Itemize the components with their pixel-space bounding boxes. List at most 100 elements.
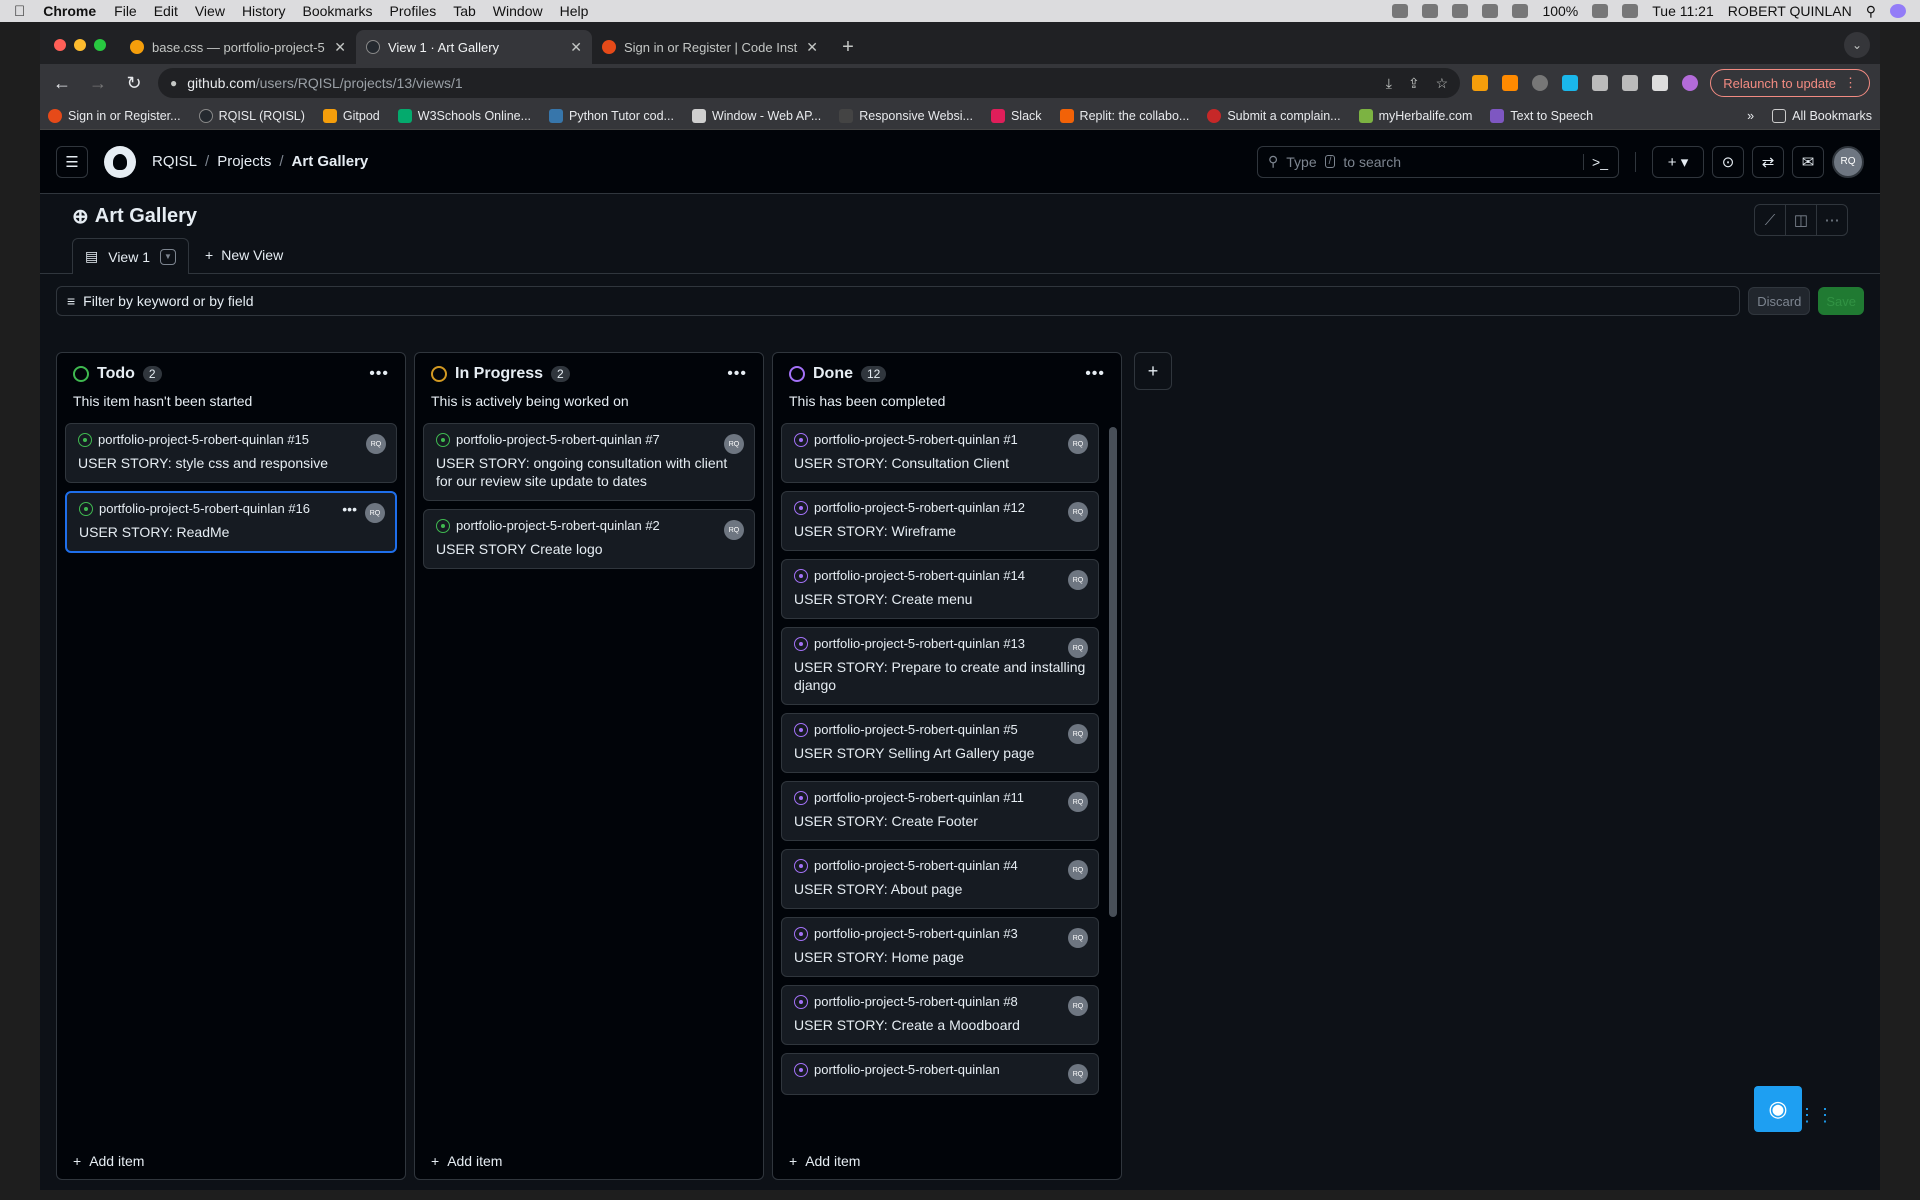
issue-card[interactable]: portfolio-project-5-robert-quinlan #4 US… — [781, 849, 1099, 909]
assignee-avatar[interactable]: RQ — [1068, 860, 1088, 880]
browser-tab-code-institute[interactable]: Sign in or Register | Code Instit ✕ — [592, 30, 828, 64]
issue-card[interactable]: portfolio-project-5-robert-quinlan #2 US… — [423, 509, 755, 569]
bookmark-item[interactable]: Slack — [990, 108, 1042, 123]
reload-icon[interactable]: ↻ — [122, 73, 146, 94]
menubar-item-profiles[interactable]: Profiles — [390, 3, 437, 19]
add-item-button[interactable]: + Add item — [431, 1153, 502, 1169]
issue-card[interactable]: portfolio-project-5-robert-quinlan #14 U… — [781, 559, 1099, 619]
card-repo-label[interactable]: portfolio-project-5-robert-quinlan #5 — [814, 722, 1018, 738]
filter-input[interactable]: ≡ Filter by keyword or by field — [56, 286, 1741, 316]
menubar-item-history[interactable]: History — [242, 3, 286, 19]
kebab-menu-icon[interactable]: ⋮ — [1844, 75, 1857, 91]
card-title[interactable]: USER STORY: About page — [794, 880, 1088, 898]
discard-button[interactable]: Discard — [1748, 287, 1811, 315]
puzzle-extensions-icon[interactable] — [1592, 75, 1609, 91]
assignee-avatar[interactable]: RQ — [365, 503, 385, 523]
column-menu-icon[interactable]: ••• — [369, 365, 389, 383]
bookmark-item[interactable]: Gitpod — [322, 108, 380, 123]
github-logo-icon[interactable] — [104, 145, 136, 178]
card-repo-label[interactable]: portfolio-project-5-robert-quinlan #16 — [99, 501, 310, 517]
hamburger-menu-icon[interactable]: ☰ — [56, 145, 88, 178]
address-bar[interactable]: ● github.com/users/RQISL/projects/13/vie… — [158, 68, 1461, 98]
assignee-avatar[interactable]: RQ — [1068, 1064, 1088, 1084]
close-tab-icon[interactable]: ✕ — [570, 39, 582, 56]
card-title[interactable]: USER STORY: Home page — [794, 948, 1088, 966]
assignee-avatar[interactable]: RQ — [1068, 792, 1088, 812]
assignee-avatar[interactable]: RQ — [1068, 434, 1088, 454]
side-panel-icon[interactable] — [1652, 75, 1669, 91]
tab-view-1[interactable]: ▤ View 1 ▼ — [72, 238, 190, 274]
menubar-item-view[interactable]: View — [195, 3, 225, 19]
wifi-icon[interactable] — [1512, 4, 1529, 18]
menubar-item-bookmarks[interactable]: Bookmarks — [303, 3, 373, 19]
screen-recorder-button[interactable]: ◉ — [1754, 1086, 1802, 1132]
new-tab-button[interactable]: + — [834, 33, 862, 61]
issue-card[interactable]: portfolio-project-5-robert-quinlan #16 U… — [65, 491, 397, 553]
close-tab-icon[interactable]: ✕ — [806, 39, 818, 56]
insights-chart-icon[interactable]: ⟋ — [1754, 204, 1786, 236]
issue-card[interactable]: portfolio-project-5-robert-quinlan #5 US… — [781, 713, 1099, 773]
column-scrollbar[interactable] — [1109, 423, 1119, 1143]
install-app-icon[interactable]: ⤓ — [1386, 75, 1392, 92]
keyboard-input-icon[interactable] — [1622, 4, 1639, 18]
card-title[interactable]: USER STORY: Create Footer — [794, 812, 1088, 830]
issue-card[interactable]: portfolio-project-5-robert-quinlan #8 US… — [781, 985, 1099, 1045]
minimize-window-button[interactable] — [74, 39, 86, 51]
bookmark-item[interactable]: Window - Web AP... — [691, 108, 821, 123]
drag-handle-icon[interactable]: ⋮⋮ — [1798, 1105, 1834, 1126]
card-repo-label[interactable]: portfolio-project-5-robert-quinlan #1 — [814, 432, 1018, 448]
card-title[interactable]: USER STORY Selling Art Gallery page — [794, 744, 1088, 762]
issues-icon[interactable]: ⊙ — [1712, 145, 1744, 178]
card-title[interactable]: USER STORY: ongoing consultation with cl… — [436, 454, 744, 490]
assignee-avatar[interactable]: RQ — [724, 434, 744, 454]
assignee-avatar[interactable]: RQ — [366, 434, 386, 454]
siri-icon[interactable] — [1890, 4, 1906, 18]
close-tab-icon[interactable]: ✕ — [334, 39, 346, 56]
bookmark-item[interactable]: myHerbalife.com — [1358, 108, 1472, 123]
add-column-button[interactable]: + — [1134, 352, 1172, 390]
bookmark-item[interactable]: Sign in or Register... — [48, 108, 181, 123]
assignee-avatar[interactable]: RQ — [1068, 638, 1088, 658]
assignee-avatar[interactable]: RQ — [1068, 570, 1088, 590]
menubar-item-help[interactable]: Help — [560, 3, 589, 19]
card-repo-label[interactable]: portfolio-project-5-robert-quinlan #15 — [98, 432, 309, 448]
issue-card[interactable]: portfolio-project-5-robert-quinlan RQ — [781, 1053, 1099, 1095]
github-search-input[interactable]: ⚲ Type / to search >_ — [1257, 145, 1619, 178]
save-button[interactable]: Save — [1818, 287, 1864, 315]
card-repo-label[interactable]: portfolio-project-5-robert-quinlan #4 — [814, 858, 1018, 874]
assignee-avatar[interactable]: RQ — [1068, 928, 1088, 948]
apple-icon[interactable]:  — [14, 3, 25, 20]
card-title[interactable]: USER STORY: Wireframe — [794, 522, 1088, 540]
scrollbar-thumb[interactable] — [1109, 427, 1117, 917]
vimeo-extension-icon[interactable] — [1562, 75, 1579, 91]
issue-card[interactable]: portfolio-project-5-robert-quinlan #12 U… — [781, 491, 1099, 551]
new-view-button[interactable]: + New View — [195, 237, 293, 273]
issue-card[interactable]: portfolio-project-5-robert-quinlan #15 U… — [65, 423, 397, 483]
bookmark-item[interactable]: Python Tutor cod... — [549, 108, 674, 123]
card-repo-label[interactable]: portfolio-project-5-robert-quinlan #7 — [456, 432, 660, 448]
card-repo-label[interactable]: portfolio-project-5-robert-quinlan — [814, 1062, 1000, 1078]
card-repo-label[interactable]: portfolio-project-5-robert-quinlan #2 — [456, 518, 660, 534]
tab-search-chevron-icon[interactable]: ⌄ — [1844, 32, 1870, 58]
spotlight-icon[interactable]: ⚲ — [1866, 3, 1876, 20]
back-arrow-icon[interactable]: ← — [50, 73, 74, 94]
card-title[interactable]: USER STORY: style css and responsive — [78, 454, 386, 472]
card-title[interactable]: USER STORY: Consultation Client — [794, 454, 1088, 472]
issue-card[interactable]: portfolio-project-5-robert-quinlan #3 US… — [781, 917, 1099, 977]
column-menu-icon[interactable]: ••• — [1085, 365, 1105, 383]
card-repo-label[interactable]: portfolio-project-5-robert-quinlan #8 — [814, 994, 1018, 1010]
user-avatar[interactable]: RQ — [1832, 145, 1864, 178]
bookmark-item[interactable]: Submit a complain... — [1207, 108, 1341, 123]
create-new-dropdown-icon[interactable]: + ▾ — [1652, 145, 1704, 178]
breadcrumb-project[interactable]: Art Gallery — [292, 153, 369, 170]
battery-percent[interactable]: 100% — [1542, 3, 1578, 19]
card-more-options-icon[interactable]: ••• — [342, 501, 357, 517]
inbox-icon[interactable]: ✉ — [1792, 145, 1824, 178]
bookmark-star-icon[interactable]: ☆ — [1436, 75, 1449, 92]
bookmark-item[interactable]: Text to Speech — [1490, 108, 1593, 123]
card-repo-label[interactable]: portfolio-project-5-robert-quinlan #3 — [814, 926, 1018, 942]
battery-icon[interactable] — [1592, 4, 1609, 18]
bluetooth-icon[interactable] — [1482, 4, 1499, 18]
add-item-button[interactable]: + Add item — [73, 1153, 144, 1169]
more-options-icon[interactable]: ⋯ — [1816, 204, 1848, 236]
